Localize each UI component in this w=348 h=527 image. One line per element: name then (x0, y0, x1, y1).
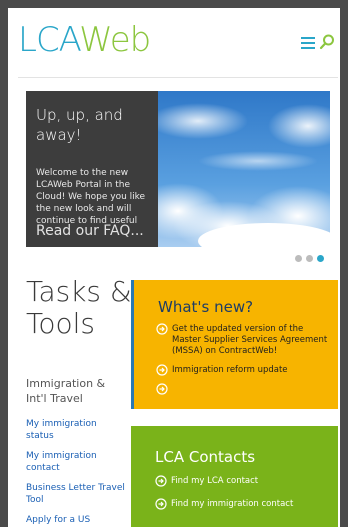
hero-carousel: Up, up, and away! Welcome to the new LCA… (26, 91, 330, 247)
header: LCAWeb (18, 16, 338, 78)
logo[interactable]: LCAWeb (18, 20, 151, 60)
whats-new-item-text: Get the updated version of the Master Su… (172, 324, 328, 356)
lca-contacts-title: LCA Contacts (155, 448, 256, 466)
lca-contacts-panel: LCA Contacts Find my LCA contact Find my… (131, 426, 338, 527)
arrow-circle-icon (156, 323, 168, 335)
carousel-dot-3[interactable] (317, 255, 324, 262)
tool-links: My immigration status My immigration con… (26, 418, 126, 527)
arrow-circle-icon (156, 383, 168, 395)
link-immigration-contact[interactable]: My immigration contact (26, 450, 126, 474)
arrow-circle-icon (155, 475, 167, 487)
whats-new-panel: What's new? Get the updated version of t… (131, 280, 338, 409)
hero-caption: Up, up, and away! Welcome to the new LCA… (26, 91, 158, 247)
whats-new-title: What's new? (158, 298, 254, 316)
hero-sky-image (158, 91, 330, 247)
device-frame: LCAWeb Up, up, and away! Welcome to the … (0, 0, 348, 527)
logo-web: Web (79, 20, 151, 60)
whats-new-item[interactable]: Immigration reform update (156, 364, 328, 376)
hamburger-menu-icon[interactable] (301, 37, 315, 49)
arrow-circle-icon (156, 364, 168, 376)
search-icon[interactable] (317, 32, 337, 52)
hero-text: Welcome to the new LCAWeb Portal in the … (36, 168, 146, 226)
contact-item-text: Find my immigration contact (171, 499, 294, 509)
arrow-circle-icon (155, 498, 167, 510)
hero-faq-link[interactable]: Read our FAQ... (36, 223, 144, 239)
page: LCAWeb Up, up, and away! Welcome to the … (18, 16, 338, 527)
link-immigration-status[interactable]: My immigration status (26, 418, 126, 442)
category-title: Immigration & Int'l Travel (26, 377, 106, 405)
hero-title: Up, up, and away! (36, 106, 123, 144)
contact-item[interactable]: Find my immigration contact (155, 498, 328, 510)
whats-new-item[interactable]: Get the updated version of the Master Su… (156, 323, 328, 357)
link-business-letter-travel-tool[interactable]: Business Letter Travel Tool (26, 482, 126, 506)
carousel-dots (295, 255, 324, 262)
link-apply-for-us[interactable]: Apply for a US (26, 514, 126, 526)
logo-lca: LCA (18, 20, 80, 60)
contact-item[interactable]: Find my LCA contact (155, 475, 328, 487)
whats-new-item-text: Immigration reform update (172, 365, 288, 375)
carousel-dot-1[interactable] (295, 255, 302, 262)
tasks-tools-title: Tasks & Tools (26, 275, 132, 340)
carousel-dot-2[interactable] (306, 255, 313, 262)
contact-item-text: Find my LCA contact (171, 476, 259, 486)
